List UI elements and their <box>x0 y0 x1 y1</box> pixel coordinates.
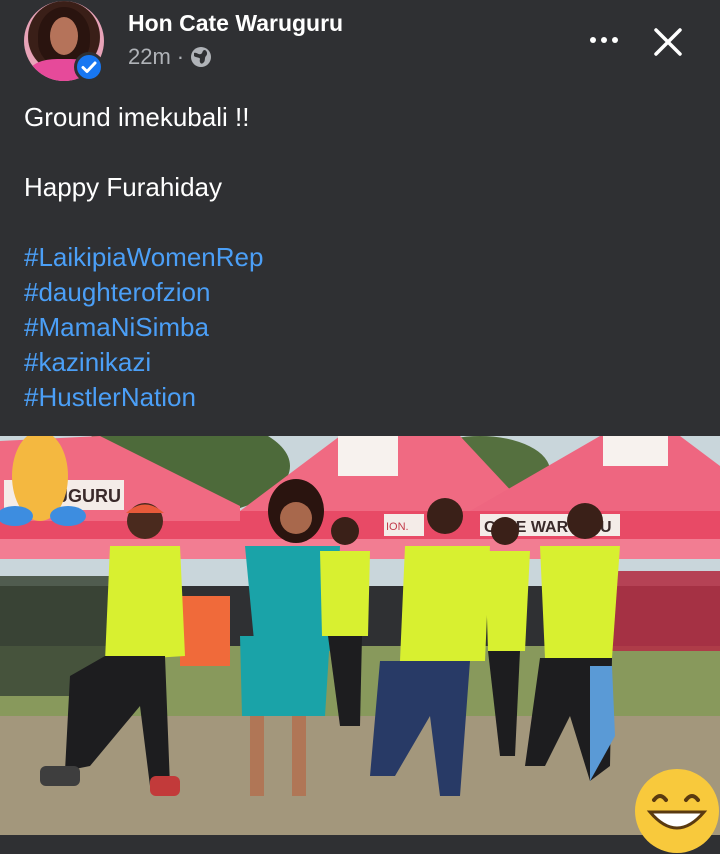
hashtag-link[interactable]: #MamaNiSimba <box>24 310 704 345</box>
tent-poster <box>603 436 668 466</box>
post-header: Hon Cate Waruguru 22m · <box>0 0 720 90</box>
crowd <box>180 596 230 666</box>
post-line: Ground imekubali !! <box>24 102 250 132</box>
globe-icon <box>190 46 212 68</box>
avatar-face <box>50 17 78 55</box>
more-horizontal-icon-dot <box>601 37 607 43</box>
more-options-button[interactable] <box>584 24 624 56</box>
more-horizontal-icon-dot <box>612 37 618 43</box>
tent-left-valance <box>0 521 240 539</box>
post-time[interactable]: 22m <box>128 44 171 70</box>
tent-poster <box>338 436 398 476</box>
close-button[interactable] <box>648 22 688 62</box>
crowd <box>610 571 720 651</box>
meta-separator: · <box>176 44 185 69</box>
verified-check-icon <box>74 52 104 82</box>
close-icon <box>654 28 682 56</box>
post-photo[interactable]: JGURU ION. CATE WARU U <box>0 436 720 835</box>
more-horizontal-icon-dot <box>590 37 596 43</box>
hashtag-link[interactable]: #kazinikazi <box>24 345 704 380</box>
hashtag-link[interactable]: #daughterofzion <box>24 275 704 310</box>
author-name[interactable]: Hon Cate Waruguru <box>128 10 343 37</box>
grinning-emoji-icon[interactable] <box>634 768 720 854</box>
tent-banner-text: ION. <box>386 521 409 533</box>
hashtag-link[interactable]: #LaikipiaWomenRep <box>24 240 704 275</box>
post-line: Happy Furahiday <box>24 172 222 202</box>
post-text: Ground imekubali !! Happy Furahiday #Lai… <box>24 100 704 415</box>
hashtag-link[interactable]: #HustlerNation <box>24 380 704 415</box>
tent-banner-text: JGURU <box>58 486 121 506</box>
post-meta: 22m · <box>128 44 212 70</box>
